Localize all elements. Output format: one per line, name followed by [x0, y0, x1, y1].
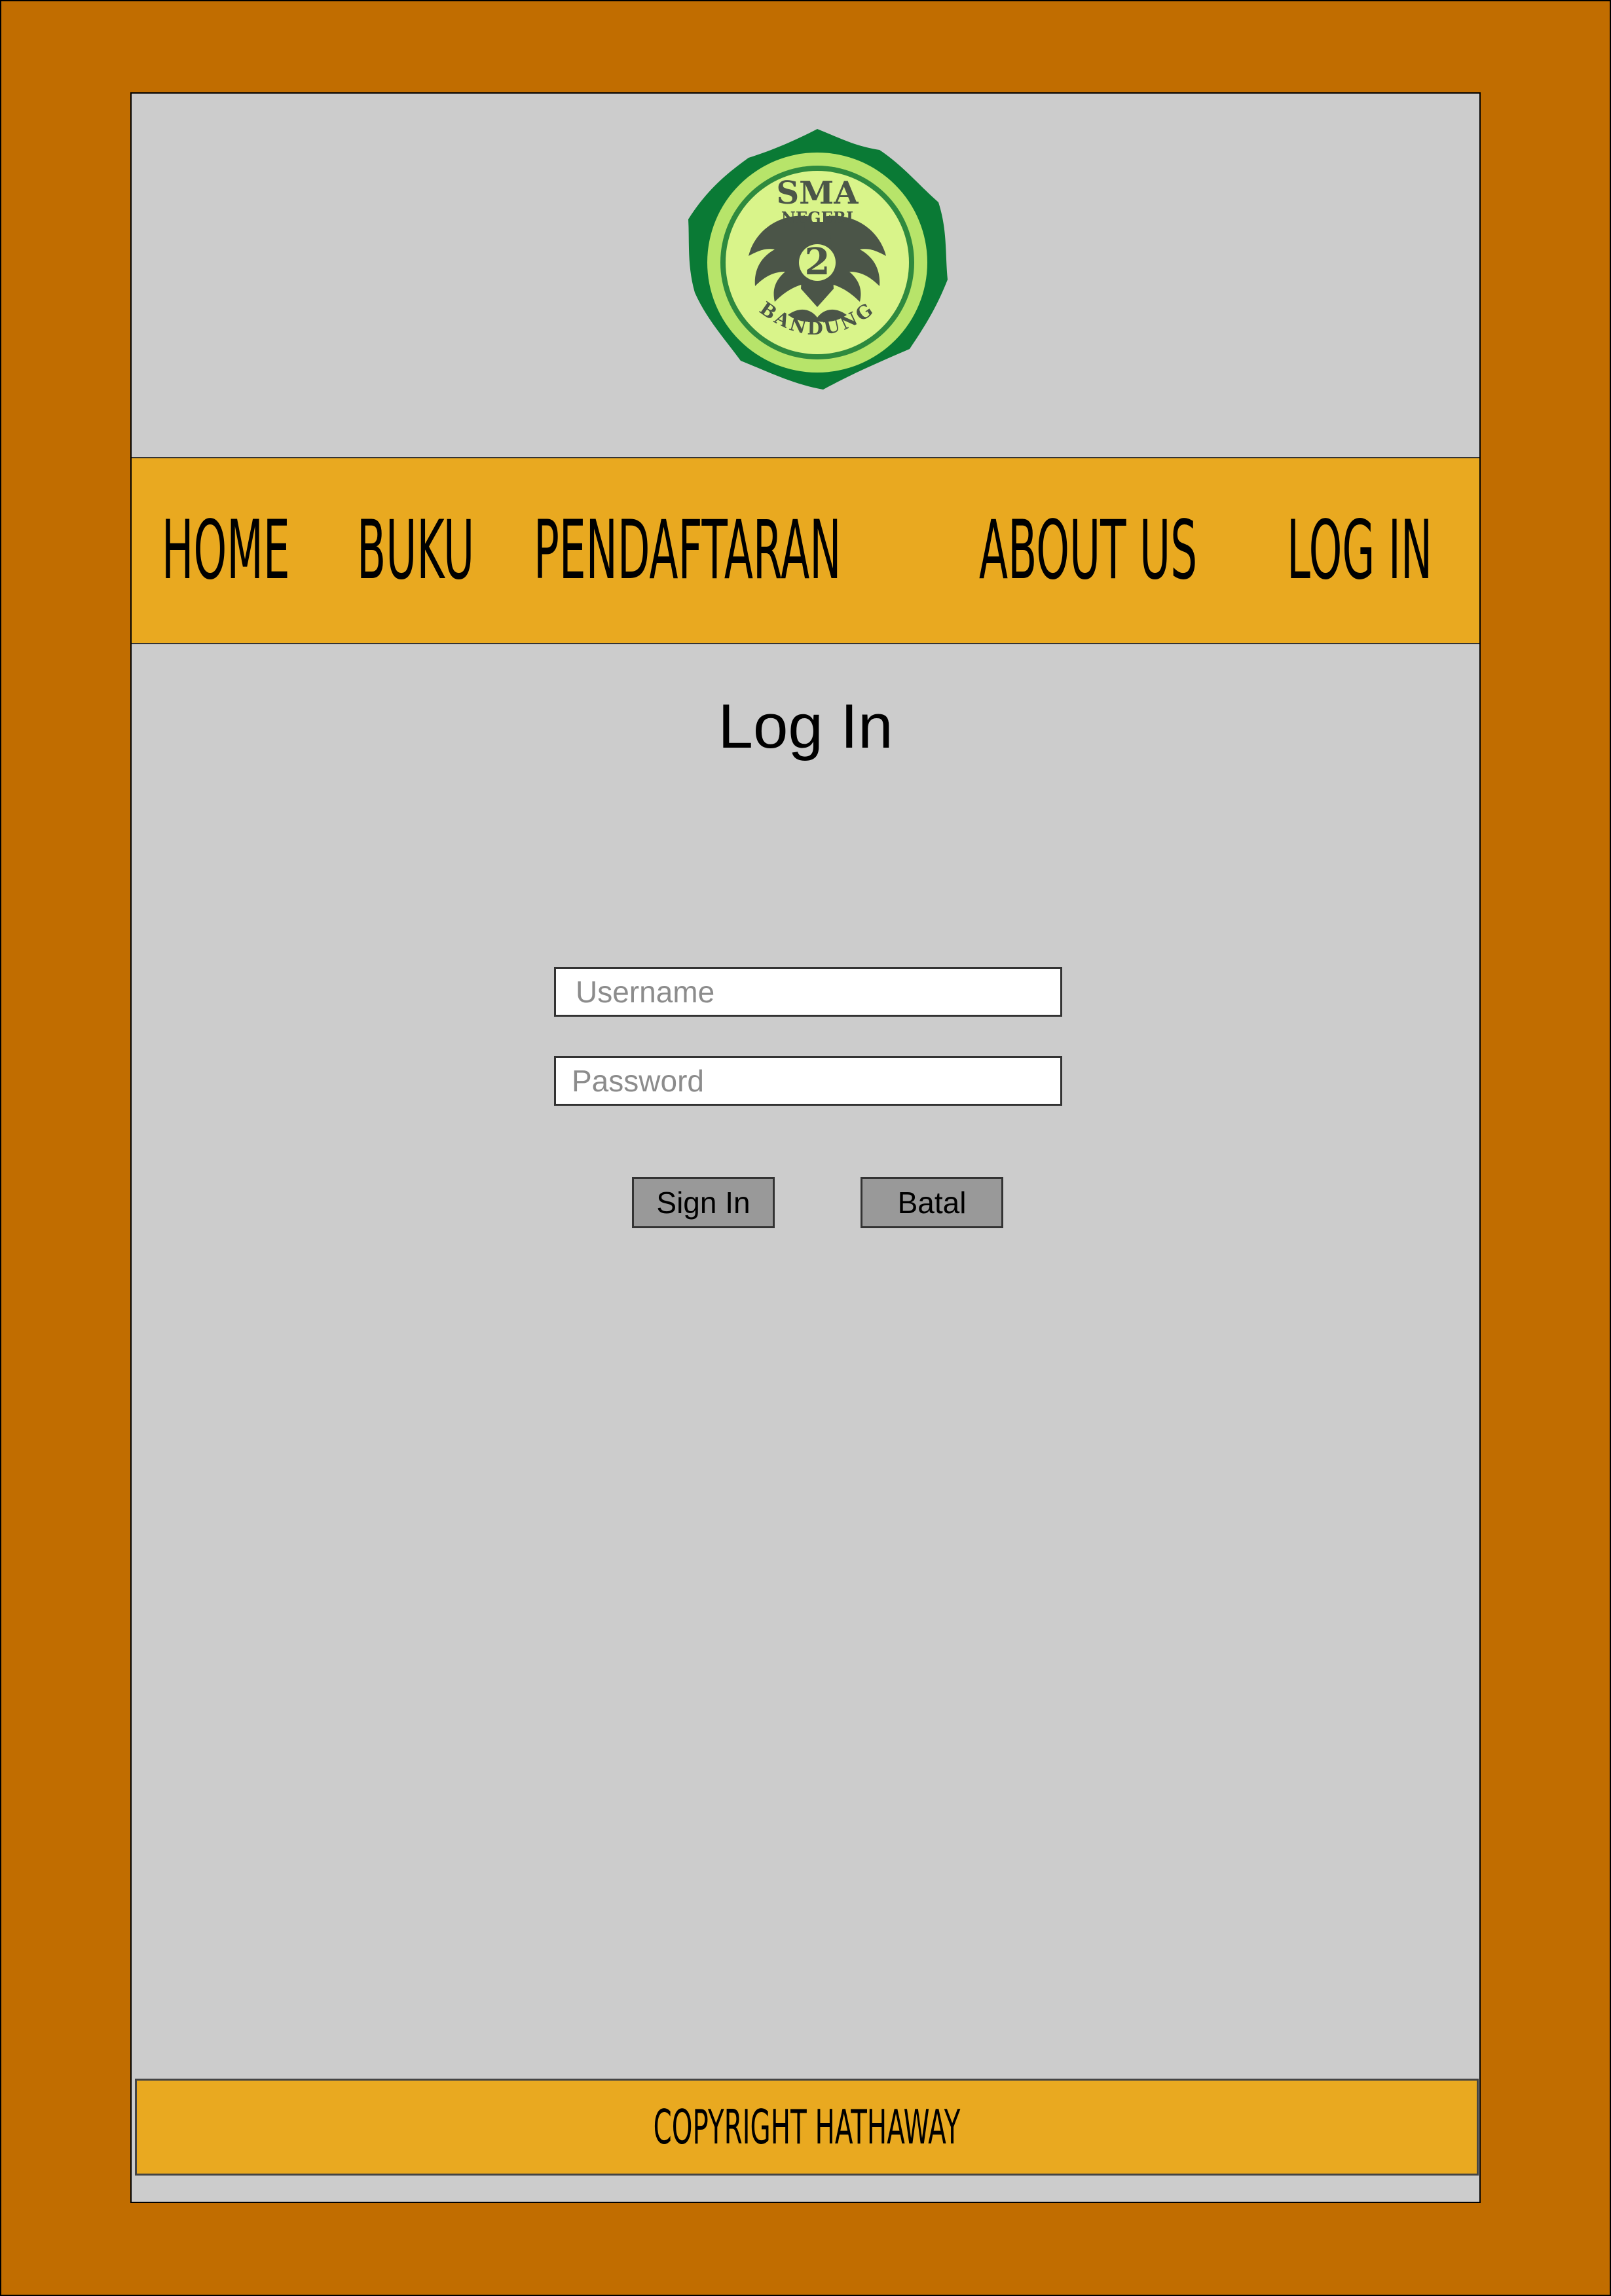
logo-text-number: 2 — [805, 240, 830, 283]
page-title: Log In — [718, 691, 893, 761]
sign-in-button[interactable]: Sign In — [632, 1177, 775, 1228]
school-logo: SMA NEGERI 2 BANDUNG — [683, 125, 952, 393]
nav-item-home[interactable]: HOME — [162, 501, 290, 600]
nav-item-about-us[interactable]: ABOUT US — [979, 501, 1197, 600]
cancel-button[interactable]: Batal — [861, 1177, 1003, 1228]
nav-item-pendaftaran[interactable]: PENDAFTARAN — [534, 501, 841, 600]
logo-text-negeri: NEGERI — [781, 208, 853, 227]
nav-item-log-in[interactable]: LOG IN — [1287, 501, 1432, 600]
username-input[interactable] — [554, 967, 1062, 1017]
school-emblem-icon: SMA NEGERI 2 BANDUNG — [688, 129, 948, 390]
password-input[interactable] — [554, 1056, 1062, 1106]
nav-item-buku[interactable]: BUKU — [357, 501, 474, 600]
main-navbar: HOME BUKU PENDAFTARAN ABOUT US LOG IN — [132, 457, 1479, 644]
copyright-text: COPYRIGHT HATHAWAY — [653, 2100, 961, 2155]
page-panel: SMA NEGERI 2 BANDUNG HOME BUKU PENDAFTAR… — [130, 92, 1481, 2203]
footer-bar: COPYRIGHT HATHAWAY — [135, 2079, 1479, 2176]
logo-text-sma: SMA — [776, 175, 859, 211]
